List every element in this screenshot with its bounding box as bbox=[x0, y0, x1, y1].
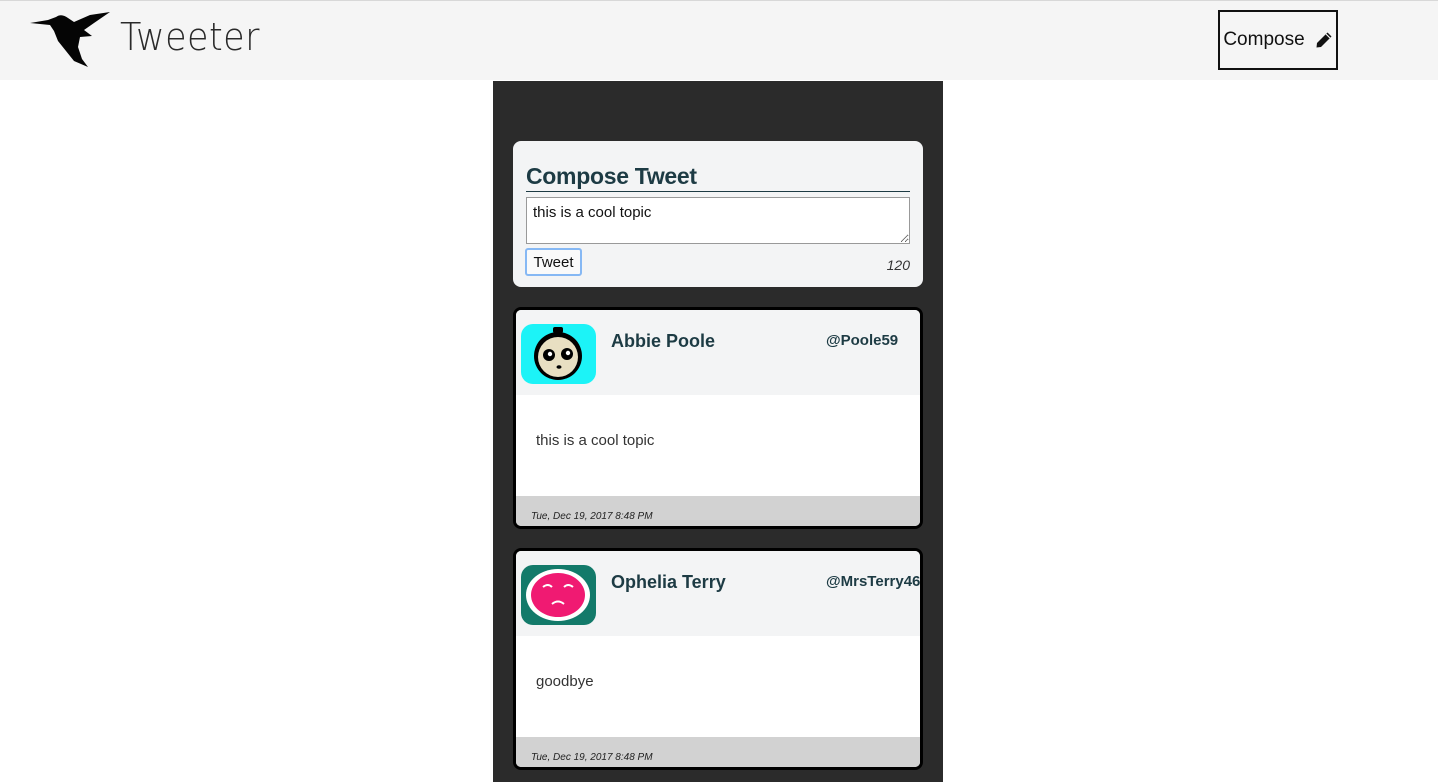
tweet-text: this is a cool topic bbox=[536, 432, 655, 449]
compose-tweet-title: Compose Tweet bbox=[526, 163, 910, 192]
top-navbar: Tweeter Compose bbox=[0, 0, 1438, 80]
user-avatar bbox=[521, 565, 596, 625]
tweet-footer: Tue, Dec 19, 2017 8:48 PM bbox=[516, 737, 920, 767]
character-counter: 120 bbox=[886, 257, 910, 273]
brand-title[interactable]: Tweeter bbox=[120, 15, 260, 59]
tweet-footer: Tue, Dec 19, 2017 8:48 PM bbox=[516, 496, 920, 526]
tweet-submit-button[interactable]: Tweet bbox=[525, 248, 582, 276]
user-full-name: Abbie Poole bbox=[611, 331, 716, 351]
user-avatar bbox=[521, 324, 596, 384]
tweet-card: Ophelia Terry @MrsTerry46 goodbye Tue, D… bbox=[513, 548, 923, 770]
compose-button[interactable]: Compose bbox=[1218, 10, 1338, 70]
tweet-feed-container: Compose Tweet this is a cool topic Tweet… bbox=[493, 81, 943, 782]
compose-button-label: Compose bbox=[1223, 29, 1305, 50]
tweet-header: Abbie Poole @Poole59 bbox=[516, 310, 920, 395]
tweet-header: Ophelia Terry @MrsTerry46 bbox=[516, 551, 920, 636]
tweet-timestamp: Tue, Dec 19, 2017 8:48 PM bbox=[531, 511, 653, 522]
pencil-icon bbox=[1316, 32, 1332, 48]
tweet-textarea[interactable]: this is a cool topic bbox=[526, 197, 910, 244]
user-handle: @Poole59 bbox=[826, 332, 899, 349]
tweet-text: goodbye bbox=[536, 673, 594, 690]
hummingbird-logo-icon bbox=[30, 12, 110, 67]
compose-tweet-panel: Compose Tweet this is a cool topic Tweet… bbox=[513, 141, 923, 287]
user-full-name: Ophelia Terry bbox=[611, 572, 726, 592]
tweet-timestamp: Tue, Dec 19, 2017 8:48 PM bbox=[531, 752, 653, 763]
tweet-card: Abbie Poole @Poole59 this is a cool topi… bbox=[513, 307, 923, 529]
user-handle: @MrsTerry46 bbox=[826, 573, 921, 590]
avatar-face-icon bbox=[521, 565, 596, 625]
avatar-face-icon bbox=[521, 324, 596, 384]
